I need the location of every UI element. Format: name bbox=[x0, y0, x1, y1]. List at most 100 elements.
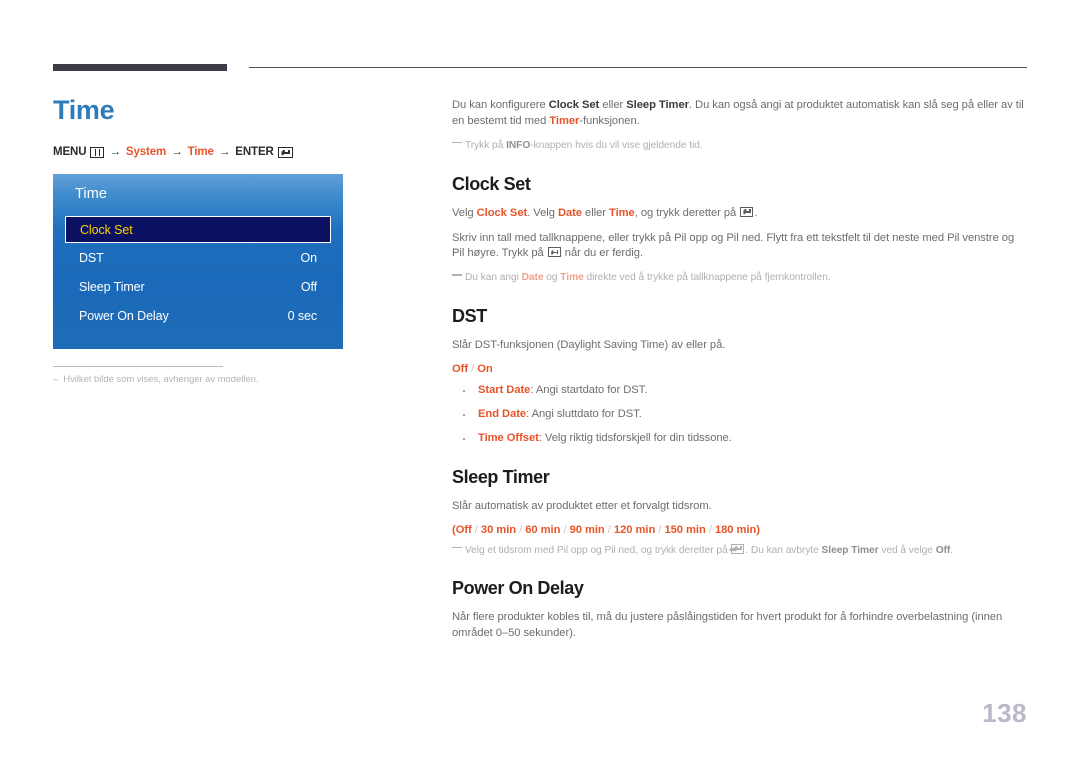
dst-bullet-desc-3: : Velg riktig tidsforskjell for din tids… bbox=[538, 431, 732, 444]
st-note-text-4: . bbox=[950, 544, 954, 556]
clock-set-note: Du kan angi Date og Time direkte ved å t… bbox=[452, 271, 1028, 286]
intro-clock-set: Clock Set bbox=[548, 99, 600, 111]
header-rule-thin bbox=[249, 67, 1027, 68]
st-sep-5: / bbox=[705, 523, 715, 536]
menu-path-menu-label: MENU bbox=[53, 146, 87, 159]
intro-timer: Timer bbox=[549, 114, 580, 127]
st-option-1: 30 min bbox=[480, 523, 517, 536]
section-heading-clock-set: Clock Set bbox=[452, 173, 531, 194]
cs-note-time: Time bbox=[560, 272, 584, 284]
st-option-6: 180 min bbox=[714, 523, 757, 536]
sleep-timer-paragraph: Slår automatisk av produktet etter et fo… bbox=[452, 499, 712, 512]
cs2-text-2: når du er ferdig. bbox=[561, 247, 643, 260]
osd-row-power-on-delay[interactable]: Power On Delay 0 sec bbox=[65, 301, 331, 330]
st-option-5: 150 min bbox=[664, 523, 706, 536]
clock-set-paragraph-1: Velg Clock Set. Velg Date eller Time, og… bbox=[452, 206, 1028, 222]
menu-path-enter-label: ENTER bbox=[235, 146, 274, 159]
osd-value-dst: On bbox=[300, 250, 318, 265]
st-close-paren: ) bbox=[756, 523, 760, 536]
dst-bullet-term-2: End Date bbox=[478, 407, 527, 420]
list-item: End Date: Angi sluttdato for DST. bbox=[452, 407, 1028, 423]
osd-value-sleep-timer: Off bbox=[300, 279, 317, 294]
osd-row-dst[interactable]: DST On bbox=[65, 243, 331, 272]
cs-note-text-3: direkte ved å trykke på tallknappene på … bbox=[583, 272, 831, 284]
cs-text-4: , og trykk deretter på bbox=[634, 206, 740, 219]
menu-path-arrow-3: → bbox=[218, 146, 231, 159]
list-item: Time Offset: Velg riktig tidsforskjell f… bbox=[452, 431, 1028, 447]
section-heading-power-on-delay: Power On Delay bbox=[452, 578, 584, 599]
cs-note-text-1: Du kan angi bbox=[465, 272, 522, 284]
sleep-timer-note: Velg et tidsrom med Pil opp og Pil ned, … bbox=[452, 543, 1028, 559]
osd-row-sleep-timer[interactable]: Sleep Timer Off bbox=[65, 272, 331, 301]
intro-text-4: -funksjonen. bbox=[579, 114, 640, 127]
enter-key-icon bbox=[731, 543, 745, 554]
menu-bars-icon bbox=[90, 146, 105, 158]
st-sep-0: / bbox=[471, 523, 481, 536]
enter-key-icon bbox=[740, 206, 754, 217]
intro-note-text-1: Trykk på bbox=[465, 139, 507, 151]
section-heading-sleep-timer: Sleep Timer bbox=[452, 466, 550, 487]
dst-bullet-term-1: Start Date bbox=[478, 384, 531, 396]
intro-text-2: eller bbox=[599, 99, 627, 111]
st-option-3: 90 min bbox=[569, 523, 605, 536]
intro-text-1: Du kan konfigurere bbox=[452, 99, 549, 111]
cs-text-1: Velg bbox=[452, 206, 477, 219]
intro-note-info: INFO bbox=[506, 139, 531, 151]
st-sep-2: / bbox=[560, 523, 570, 536]
dst-paragraph: Slår DST-funksjonen (Daylight Saving Tim… bbox=[452, 339, 726, 352]
osd-label-clock-set: Clock Set bbox=[80, 222, 133, 237]
intro-sleep-timer: Sleep Timer bbox=[626, 99, 689, 111]
osd-item-list: Clock Set DST On Sleep Timer Off Power O… bbox=[65, 216, 331, 330]
page-title: Time bbox=[53, 95, 115, 125]
cs-text-2: . Velg bbox=[527, 206, 558, 219]
cs2-text-1: Skriv inn tall med tallknappene, eller t… bbox=[452, 231, 1015, 260]
left-note: – Hvilket bilde som vises, avhenger av m… bbox=[53, 374, 403, 385]
st-option-4: 120 min bbox=[613, 523, 656, 536]
cs-date: Date bbox=[557, 206, 582, 219]
header-rule-thick bbox=[53, 64, 227, 71]
st-note-sleep-timer: Sleep Timer bbox=[821, 544, 879, 556]
dst-bullet-desc-2: : Angi sluttdato for DST. bbox=[526, 407, 642, 420]
left-column: Time MENU → System → Time → ENTER Time C… bbox=[53, 96, 403, 385]
st-note-off: Off bbox=[935, 544, 951, 556]
menu-path-arrow-2: → bbox=[171, 146, 183, 159]
osd-value-power-on-delay: 0 sec bbox=[287, 308, 317, 323]
menu-path-system: System bbox=[125, 146, 167, 159]
section-heading-dst: DST bbox=[452, 306, 487, 327]
sleep-timer-options: (Off / 30 min / 60 min / 90 min / 120 mi… bbox=[452, 524, 1028, 536]
dst-option-on: On bbox=[477, 363, 493, 375]
st-sep-3: / bbox=[604, 523, 614, 536]
menu-path-arrow-1: → bbox=[109, 146, 121, 159]
osd-row-clock-set[interactable]: Clock Set bbox=[65, 216, 331, 244]
cs-note-date: Date bbox=[521, 272, 544, 284]
dst-option-off: Off bbox=[452, 363, 469, 375]
osd-menu-screenshot: Time Clock Set DST On Sleep Timer Off Po… bbox=[53, 174, 343, 350]
cs-clock-set: Clock Set bbox=[476, 206, 528, 219]
cs-text-5: . bbox=[754, 206, 758, 219]
menu-path-breadcrumb: MENU → System → Time → ENTER bbox=[53, 146, 403, 158]
dst-bullet-list: Start Date: Angi startdato for DST. End … bbox=[452, 383, 1028, 447]
cs-text-3: eller bbox=[582, 206, 610, 219]
list-item: Start Date: Angi startdato for DST. bbox=[452, 383, 1028, 399]
intro-note-text-2: -knappen hvis du vil vise gjeldende tid. bbox=[530, 139, 703, 151]
st-note-text-2: . Du kan avbryte bbox=[745, 544, 822, 556]
clock-set-paragraph-2: Skriv inn tall med tallknappene, eller t… bbox=[452, 231, 1028, 263]
st-note-text-1: Velg et tidsrom med Pil opp og Pil ned, … bbox=[465, 544, 731, 556]
cs-note-text-2: og bbox=[543, 272, 561, 284]
menu-path-time: Time bbox=[187, 146, 214, 159]
st-note-text-3: ved å velge bbox=[878, 544, 936, 556]
osd-label-sleep-timer: Sleep Timer bbox=[79, 279, 145, 294]
enter-key-icon bbox=[547, 247, 561, 258]
right-column: Du kan konfigurere Clock Set eller Sleep… bbox=[452, 98, 1028, 651]
osd-label-power-on-delay: Power On Delay bbox=[79, 308, 169, 323]
cs-time: Time bbox=[609, 206, 635, 219]
power-on-delay-paragraph: Når flere produkter kobles til, må du ju… bbox=[452, 611, 1003, 640]
enter-key-icon bbox=[277, 146, 293, 158]
dst-option-sep: / bbox=[468, 363, 478, 375]
dst-bullet-desc-1: : Angi startdato for DST. bbox=[530, 384, 648, 396]
st-option-0: Off bbox=[455, 523, 472, 536]
header-rules bbox=[53, 64, 1027, 74]
st-sep-1: / bbox=[516, 523, 526, 536]
intro-paragraph: Du kan konfigurere Clock Set eller Sleep… bbox=[452, 98, 1028, 130]
page-number: 138 bbox=[982, 698, 1027, 728]
